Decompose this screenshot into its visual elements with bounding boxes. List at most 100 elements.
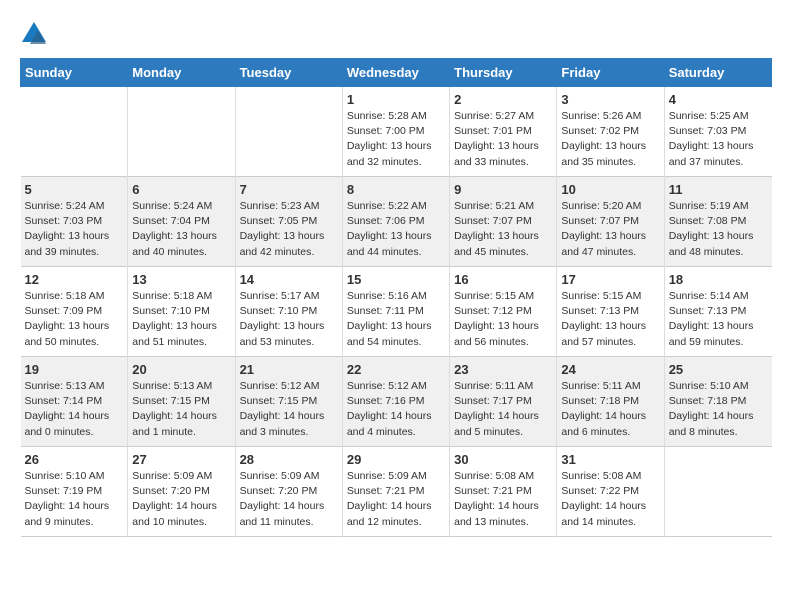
calendar-cell (235, 87, 342, 177)
day-info: Sunrise: 5:15 AM Sunset: 7:12 PM Dayligh… (454, 289, 552, 350)
day-info: Sunrise: 5:26 AM Sunset: 7:02 PM Dayligh… (561, 109, 659, 170)
calendar-cell: 30Sunrise: 5:08 AM Sunset: 7:21 PM Dayli… (450, 447, 557, 537)
calendar-table: SundayMondayTuesdayWednesdayThursdayFrid… (20, 58, 772, 537)
calendar-cell: 7 Sunrise: 5:23 AM Sunset: 7:05 PM Daylig… (235, 177, 342, 267)
day-number: 12 (25, 272, 124, 287)
day-info: Sunrise: 5:21 AM Sunset: 7:07 PM Dayligh… (454, 199, 552, 260)
day-info: Sunrise: 5:11 AM Sunset: 7:17 PM Dayligh… (454, 379, 552, 440)
weekday-header-row: SundayMondayTuesdayWednesdayThursdayFrid… (21, 59, 772, 87)
weekday-header: Friday (557, 59, 664, 87)
day-info: Sunrise: 5:15 AM Sunset: 7:13 PM Dayligh… (561, 289, 659, 350)
calendar-cell: 8 Sunrise: 5:22 AM Sunset: 7:06 PM Daylig… (342, 177, 449, 267)
calendar-cell: 18Sunrise: 5:14 AM Sunset: 7:13 PM Dayli… (664, 267, 771, 357)
day-number: 9 (454, 182, 552, 197)
calendar-cell: 16Sunrise: 5:15 AM Sunset: 7:12 PM Dayli… (450, 267, 557, 357)
day-info: Sunrise: 5:27 AM Sunset: 7:01 PM Dayligh… (454, 109, 552, 170)
logo (20, 20, 52, 48)
day-number: 19 (25, 362, 124, 377)
weekday-header: Monday (128, 59, 235, 87)
day-number: 4 (669, 92, 768, 107)
weekday-header: Tuesday (235, 59, 342, 87)
calendar-cell: 29Sunrise: 5:09 AM Sunset: 7:21 PM Dayli… (342, 447, 449, 537)
calendar-cell: 25 Sunrise: 5:10 AM Sunset: 7:18 PM Dayli… (664, 357, 771, 447)
day-number: 1 (347, 92, 445, 107)
calendar-cell (21, 87, 128, 177)
calendar-cell: 26 Sunrise: 5:10 AM Sunset: 7:19 PM Dayli… (21, 447, 128, 537)
day-info: Sunrise: 5:28 AM Sunset: 7:00 PM Dayligh… (347, 109, 445, 170)
day-info: Sunrise: 5:25 AM Sunset: 7:03 PM Dayligh… (669, 109, 768, 170)
day-number: 14 (240, 272, 338, 287)
day-info: Sunrise: 5:19 AM Sunset: 7:08 PM Dayligh… (669, 199, 768, 260)
day-info: Sunrise: 5:23 AM Sunset: 7:05 PM Dayligh… (240, 199, 338, 260)
day-info: Sunrise: 5:22 AM Sunset: 7:06 PM Dayligh… (347, 199, 445, 260)
calendar-cell: 13 Sunrise: 5:18 AM Sunset: 7:10 PM Dayli… (128, 267, 235, 357)
day-number: 30 (454, 452, 552, 467)
calendar-cell: 2 Sunrise: 5:27 AM Sunset: 7:01 PM Daylig… (450, 87, 557, 177)
day-info: Sunrise: 5:14 AM Sunset: 7:13 PM Dayligh… (669, 289, 768, 350)
day-info: Sunrise: 5:10 AM Sunset: 7:18 PM Dayligh… (669, 379, 768, 440)
day-info: Sunrise: 5:16 AM Sunset: 7:11 PM Dayligh… (347, 289, 445, 350)
day-info: Sunrise: 5:11 AM Sunset: 7:18 PM Dayligh… (561, 379, 659, 440)
day-number: 13 (132, 272, 230, 287)
day-info: Sunrise: 5:10 AM Sunset: 7:19 PM Dayligh… (25, 469, 124, 530)
day-info: Sunrise: 5:24 AM Sunset: 7:04 PM Dayligh… (132, 199, 230, 260)
day-number: 24 (561, 362, 659, 377)
day-info: Sunrise: 5:12 AM Sunset: 7:15 PM Dayligh… (240, 379, 338, 440)
day-number: 31 (561, 452, 659, 467)
weekday-header: Wednesday (342, 59, 449, 87)
calendar-cell: 10 Sunrise: 5:20 AM Sunset: 7:07 PM Dayli… (557, 177, 664, 267)
day-number: 8 (347, 182, 445, 197)
day-number: 21 (240, 362, 338, 377)
day-info: Sunrise: 5:18 AM Sunset: 7:10 PM Dayligh… (132, 289, 230, 350)
day-number: 20 (132, 362, 230, 377)
logo-icon (20, 20, 48, 48)
calendar-cell: 11 Sunrise: 5:19 AM Sunset: 7:08 PM Dayli… (664, 177, 771, 267)
calendar-cell: 17 Sunrise: 5:15 AM Sunset: 7:13 PM Dayli… (557, 267, 664, 357)
day-number: 2 (454, 92, 552, 107)
day-number: 7 (240, 182, 338, 197)
day-info: Sunrise: 5:20 AM Sunset: 7:07 PM Dayligh… (561, 199, 659, 260)
day-number: 10 (561, 182, 659, 197)
calendar-week-row: 5 Sunrise: 5:24 AM Sunset: 7:03 PM Daylig… (21, 177, 772, 267)
day-number: 23 (454, 362, 552, 377)
day-info: Sunrise: 5:13 AM Sunset: 7:14 PM Dayligh… (25, 379, 124, 440)
calendar-cell: 5 Sunrise: 5:24 AM Sunset: 7:03 PM Daylig… (21, 177, 128, 267)
day-info: Sunrise: 5:13 AM Sunset: 7:15 PM Dayligh… (132, 379, 230, 440)
day-number: 17 (561, 272, 659, 287)
calendar-week-row: 12 Sunrise: 5:18 AM Sunset: 7:09 PM Dayli… (21, 267, 772, 357)
calendar-cell: 19 Sunrise: 5:13 AM Sunset: 7:14 PM Dayli… (21, 357, 128, 447)
calendar-cell (664, 447, 771, 537)
day-info: Sunrise: 5:18 AM Sunset: 7:09 PM Dayligh… (25, 289, 124, 350)
day-number: 25 (669, 362, 768, 377)
calendar-cell: 6 Sunrise: 5:24 AM Sunset: 7:04 PM Daylig… (128, 177, 235, 267)
day-number: 6 (132, 182, 230, 197)
day-number: 26 (25, 452, 124, 467)
weekday-header: Thursday (450, 59, 557, 87)
calendar-cell: 9 Sunrise: 5:21 AM Sunset: 7:07 PM Daylig… (450, 177, 557, 267)
calendar-cell: 1 Sunrise: 5:28 AM Sunset: 7:00 PM Daylig… (342, 87, 449, 177)
calendar-cell: 21 Sunrise: 5:12 AM Sunset: 7:15 PM Dayli… (235, 357, 342, 447)
weekday-header: Sunday (21, 59, 128, 87)
day-info: Sunrise: 5:24 AM Sunset: 7:03 PM Dayligh… (25, 199, 124, 260)
calendar-cell: 31 Sunrise: 5:08 AM Sunset: 7:22 PM Dayli… (557, 447, 664, 537)
calendar-cell: 15 Sunrise: 5:16 AM Sunset: 7:11 PM Dayli… (342, 267, 449, 357)
calendar-cell: 14 Sunrise: 5:17 AM Sunset: 7:10 PM Dayli… (235, 267, 342, 357)
calendar-week-row: 1 Sunrise: 5:28 AM Sunset: 7:00 PM Daylig… (21, 87, 772, 177)
day-info: Sunrise: 5:08 AM Sunset: 7:22 PM Dayligh… (561, 469, 659, 530)
calendar-cell: 3Sunrise: 5:26 AM Sunset: 7:02 PM Daylig… (557, 87, 664, 177)
calendar-week-row: 26 Sunrise: 5:10 AM Sunset: 7:19 PM Dayli… (21, 447, 772, 537)
calendar-cell: 22 Sunrise: 5:12 AM Sunset: 7:16 PM Dayli… (342, 357, 449, 447)
day-info: Sunrise: 5:17 AM Sunset: 7:10 PM Dayligh… (240, 289, 338, 350)
day-number: 5 (25, 182, 124, 197)
day-number: 15 (347, 272, 445, 287)
page-header (20, 20, 772, 48)
day-info: Sunrise: 5:09 AM Sunset: 7:20 PM Dayligh… (240, 469, 338, 530)
day-info: Sunrise: 5:09 AM Sunset: 7:20 PM Dayligh… (132, 469, 230, 530)
calendar-cell: 28Sunrise: 5:09 AM Sunset: 7:20 PM Dayli… (235, 447, 342, 537)
weekday-header: Saturday (664, 59, 771, 87)
day-number: 22 (347, 362, 445, 377)
day-number: 11 (669, 182, 768, 197)
calendar-cell: 12 Sunrise: 5:18 AM Sunset: 7:09 PM Dayli… (21, 267, 128, 357)
calendar-cell: 23 Sunrise: 5:11 AM Sunset: 7:17 PM Dayli… (450, 357, 557, 447)
day-info: Sunrise: 5:12 AM Sunset: 7:16 PM Dayligh… (347, 379, 445, 440)
